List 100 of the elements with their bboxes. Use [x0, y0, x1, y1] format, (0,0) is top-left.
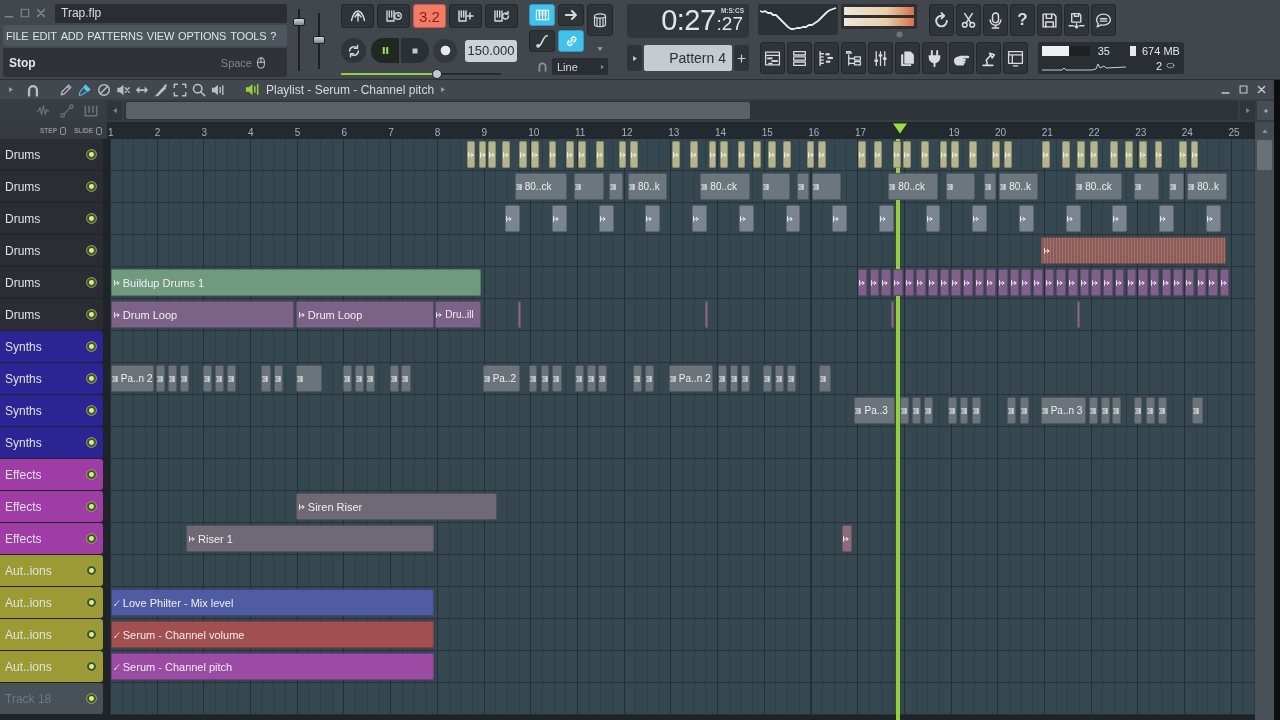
- led-icon[interactable]: [85, 149, 97, 160]
- audio-clip[interactable]: [968, 141, 977, 168]
- toolbar-button[interactable]: [868, 42, 893, 74]
- audio-clip[interactable]: [466, 141, 475, 168]
- pattern-clip[interactable]: [819, 365, 832, 392]
- toolbar-button[interactable]: [814, 42, 839, 74]
- restore-icon[interactable]: [1238, 84, 1249, 95]
- restore-icon[interactable]: [19, 7, 31, 19]
- audio-clip[interactable]: [1068, 269, 1078, 296]
- pattern-clip[interactable]: [786, 365, 796, 392]
- pattern-clip[interactable]: [923, 397, 933, 424]
- pattern-clip[interactable]: [260, 365, 272, 392]
- pattern-clip[interactable]: [295, 365, 322, 392]
- pattern-clip[interactable]: [741, 365, 750, 392]
- audio-clip[interactable]: Siren Riser: [295, 493, 497, 520]
- toolbar-button[interactable]: [922, 42, 947, 74]
- audio-clip[interactable]: [1173, 269, 1183, 296]
- toolbar-button[interactable]: [949, 42, 974, 74]
- audio-clip[interactable]: [890, 301, 894, 328]
- audio-clip[interactable]: [1154, 141, 1163, 168]
- audio-clip[interactable]: [881, 269, 891, 296]
- magnet-icon[interactable]: [26, 82, 40, 97]
- audio-clip[interactable]: [1019, 205, 1034, 232]
- audio-clip[interactable]: [552, 205, 567, 232]
- slide-checkbox[interactable]: [96, 126, 102, 135]
- audio-clip[interactable]: [1033, 269, 1043, 296]
- pattern-clip[interactable]: 80..ck: [888, 173, 938, 200]
- loop-button[interactable]: [341, 38, 366, 64]
- audio-clip[interactable]: [1196, 269, 1207, 296]
- menu-item[interactable]: OPTIONS: [176, 25, 229, 46]
- audio-clip[interactable]: Riser 1: [186, 525, 435, 552]
- slider-thumb[interactable]: [432, 69, 442, 80]
- pattern-clip[interactable]: [609, 173, 624, 200]
- audio-clip[interactable]: [487, 141, 496, 168]
- audio-clip[interactable]: [998, 269, 1008, 296]
- track-header[interactable]: Synths: [0, 331, 103, 362]
- audio-clip[interactable]: [1079, 269, 1090, 296]
- pattern-clip[interactable]: [528, 365, 538, 392]
- toolbar-button[interactable]: [485, 4, 518, 28]
- audio-clip[interactable]: [1009, 269, 1020, 296]
- audio-clip[interactable]: [857, 141, 866, 168]
- led-icon[interactable]: [85, 597, 97, 608]
- track-header[interactable]: Effects: [0, 459, 103, 490]
- audio-clip[interactable]: [1139, 141, 1148, 168]
- led-icon[interactable]: [85, 405, 97, 416]
- audio-clip[interactable]: [893, 141, 901, 168]
- pattern-clip[interactable]: [155, 365, 165, 392]
- slider-thumb[interactable]: [293, 18, 305, 27]
- audio-clip[interactable]: [531, 141, 539, 168]
- pattern-clip[interactable]: [1158, 397, 1167, 424]
- toolbar-button[interactable]: [1091, 4, 1116, 36]
- audio-clip[interactable]: [1159, 205, 1174, 232]
- audio-clip[interactable]: [630, 141, 639, 168]
- led-icon[interactable]: [85, 309, 97, 320]
- scroll-right-button[interactable]: [1240, 101, 1255, 120]
- toggle-button[interactable]: [558, 30, 584, 52]
- audio-clip[interactable]: [692, 205, 707, 232]
- audio-clip[interactable]: [1110, 141, 1118, 168]
- stop-button[interactable]: [401, 38, 429, 64]
- audio-clip[interactable]: [478, 141, 487, 168]
- slider-thumb[interactable]: [313, 36, 325, 45]
- menu-item[interactable]: FILE: [4, 25, 31, 46]
- led-icon[interactable]: [85, 533, 97, 544]
- led-icon[interactable]: [85, 277, 97, 288]
- audio-clip[interactable]: [939, 269, 950, 296]
- pattern-clip[interactable]: 80..ck: [1075, 173, 1122, 200]
- audio-clip[interactable]: [577, 141, 586, 168]
- pattern-clip[interactable]: [1168, 173, 1184, 200]
- pause-button[interactable]: [371, 38, 399, 64]
- audio-clip[interactable]: [1041, 237, 1226, 264]
- audio-clip[interactable]: [501, 141, 510, 168]
- menu-item[interactable]: PATTERNS: [85, 25, 145, 46]
- toolbar-button[interactable]: [841, 42, 866, 74]
- toolbar-button[interactable]: [787, 42, 812, 74]
- caret-icon[interactable]: [8, 85, 14, 94]
- pattern-clip[interactable]: [552, 365, 562, 392]
- audio-clip[interactable]: [1112, 205, 1128, 232]
- automation-clip[interactable]: Serum - Channel volume: [110, 621, 434, 648]
- audio-clip[interactable]: [806, 141, 815, 168]
- audio-clip[interactable]: [1044, 269, 1055, 296]
- help-button[interactable]: ?: [1010, 4, 1035, 36]
- audio-clip[interactable]: [1205, 205, 1221, 232]
- audio-clip[interactable]: [1062, 141, 1071, 168]
- audio-clip[interactable]: [841, 525, 853, 552]
- pattern-clip[interactable]: [1007, 397, 1017, 424]
- audio-clip[interactable]: [818, 141, 827, 168]
- counter-button[interactable]: 3.2: [413, 4, 446, 28]
- audio-clip[interactable]: [1190, 141, 1199, 168]
- caret-icon[interactable]: [440, 85, 447, 94]
- audio-clip[interactable]: [1077, 141, 1086, 168]
- toolbar-button[interactable]: [1064, 4, 1089, 36]
- pattern-clip[interactable]: [214, 365, 224, 392]
- audio-clip[interactable]: [1184, 269, 1195, 296]
- audio-clip[interactable]: [1077, 301, 1081, 328]
- pattern-clip[interactable]: [1191, 397, 1203, 424]
- led-icon[interactable]: [85, 181, 97, 192]
- pattern-clip[interactable]: [203, 365, 212, 392]
- pattern-arrow-button[interactable]: [627, 45, 642, 71]
- audio-clip[interactable]: [1021, 269, 1031, 296]
- audio-clip[interactable]: [672, 141, 681, 168]
